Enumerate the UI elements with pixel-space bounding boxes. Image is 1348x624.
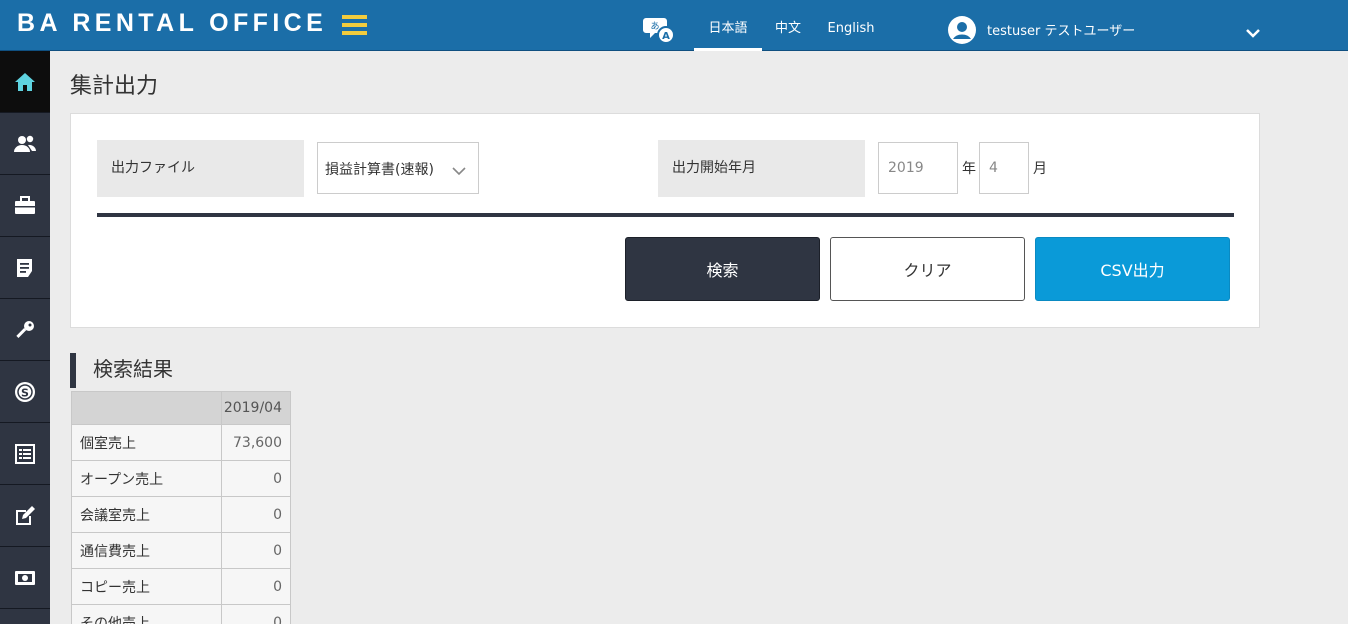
- svg-text:あ: あ: [650, 21, 659, 32]
- table-row: オープン売上 0: [71, 460, 291, 497]
- svg-text:A: A: [662, 31, 670, 42]
- row-label: 会議室売上: [71, 496, 222, 533]
- row-label: その他売上: [71, 604, 222, 624]
- users-icon: [14, 135, 37, 152]
- year-unit-label: 年: [962, 161, 976, 177]
- menu-toggle-button[interactable]: [342, 15, 367, 35]
- row-value: 0: [221, 460, 291, 497]
- row-value: 0: [221, 604, 291, 624]
- lang-english[interactable]: English: [822, 0, 880, 51]
- results-table: 2019/04 個室売上 73,600 オープン売上 0 会議室売上 0 通信費…: [71, 391, 291, 624]
- panel-divider: [97, 213, 1234, 217]
- home-icon: [15, 72, 35, 91]
- year-input[interactable]: 2019: [878, 142, 958, 194]
- table-header-row: 2019/04: [71, 391, 291, 425]
- row-value: 0: [221, 568, 291, 605]
- money-icon: [15, 570, 35, 585]
- chevron-down-icon: [452, 167, 466, 176]
- coin-icon: S: [15, 381, 35, 402]
- table-row: コピー売上 0: [71, 568, 291, 605]
- row-label: 通信費売上: [71, 532, 222, 569]
- lang-chinese[interactable]: 中文: [766, 0, 810, 51]
- sidebar-item-briefcase[interactable]: [0, 175, 50, 237]
- checklist-icon: [15, 443, 35, 464]
- clear-button[interactable]: クリア: [830, 237, 1025, 301]
- table-row: 会議室売上 0: [71, 496, 291, 533]
- sidebar-item-users[interactable]: [0, 113, 50, 175]
- page-title: 集計出力: [70, 74, 159, 99]
- sidebar-item-documents[interactable]: [0, 237, 50, 299]
- edit-icon: [16, 505, 35, 525]
- sidebar-item-edit[interactable]: [0, 485, 50, 547]
- table-row: 個室売上 73,600: [71, 424, 291, 461]
- results-title: 検索結果: [70, 353, 173, 388]
- csv-export-button[interactable]: CSV出力: [1035, 237, 1230, 301]
- table-header-month: 2019/04: [221, 391, 291, 425]
- sidebar-item-coin[interactable]: S: [0, 361, 50, 423]
- row-value: 0: [221, 532, 291, 569]
- start-month-label: 出力開始年月: [658, 140, 865, 197]
- output-file-label: 出力ファイル: [97, 140, 304, 197]
- briefcase-icon: [15, 195, 35, 214]
- output-file-value: 損益計算書(速報): [325, 162, 434, 178]
- sidebar-item-money[interactable]: [0, 547, 50, 609]
- svg-text:S: S: [21, 386, 29, 399]
- row-value: 73,600: [221, 424, 291, 461]
- row-label: コピー売上: [71, 568, 222, 605]
- key-icon: [16, 320, 34, 338]
- sidebar-item-checklist[interactable]: [0, 423, 50, 485]
- user-name[interactable]: testuser テストユーザー: [987, 20, 1135, 39]
- table-row: その他売上 0: [71, 604, 291, 624]
- row-label: 個室売上: [71, 424, 222, 461]
- chevron-down-icon[interactable]: [1244, 27, 1262, 39]
- month-input[interactable]: 4: [979, 142, 1029, 194]
- language-icon: あ A: [643, 18, 675, 44]
- top-header: BA RENTAL OFFICE あ A 日本語 中文 English test…: [0, 0, 1348, 51]
- output-file-select[interactable]: 損益計算書(速報): [317, 142, 479, 194]
- month-unit-label: 月: [1033, 161, 1047, 177]
- table-header-blank: [71, 391, 222, 425]
- search-button[interactable]: 検索: [625, 237, 820, 301]
- user-avatar-icon[interactable]: [947, 15, 977, 45]
- row-value: 0: [221, 496, 291, 533]
- lang-japanese[interactable]: 日本語: [694, 0, 762, 51]
- sidebar-item-key[interactable]: [0, 299, 50, 361]
- table-row: 通信費売上 0: [71, 532, 291, 569]
- app-logo[interactable]: BA RENTAL OFFICE: [17, 9, 327, 38]
- documents-icon: [17, 258, 32, 277]
- search-panel: 出力ファイル 損益計算書(速報) 出力開始年月 2019 年 4 月 検索 クリ…: [70, 113, 1260, 328]
- row-label: オープン売上: [71, 460, 222, 497]
- sidebar: S: [0, 51, 50, 624]
- sidebar-item-home[interactable]: [0, 51, 50, 113]
